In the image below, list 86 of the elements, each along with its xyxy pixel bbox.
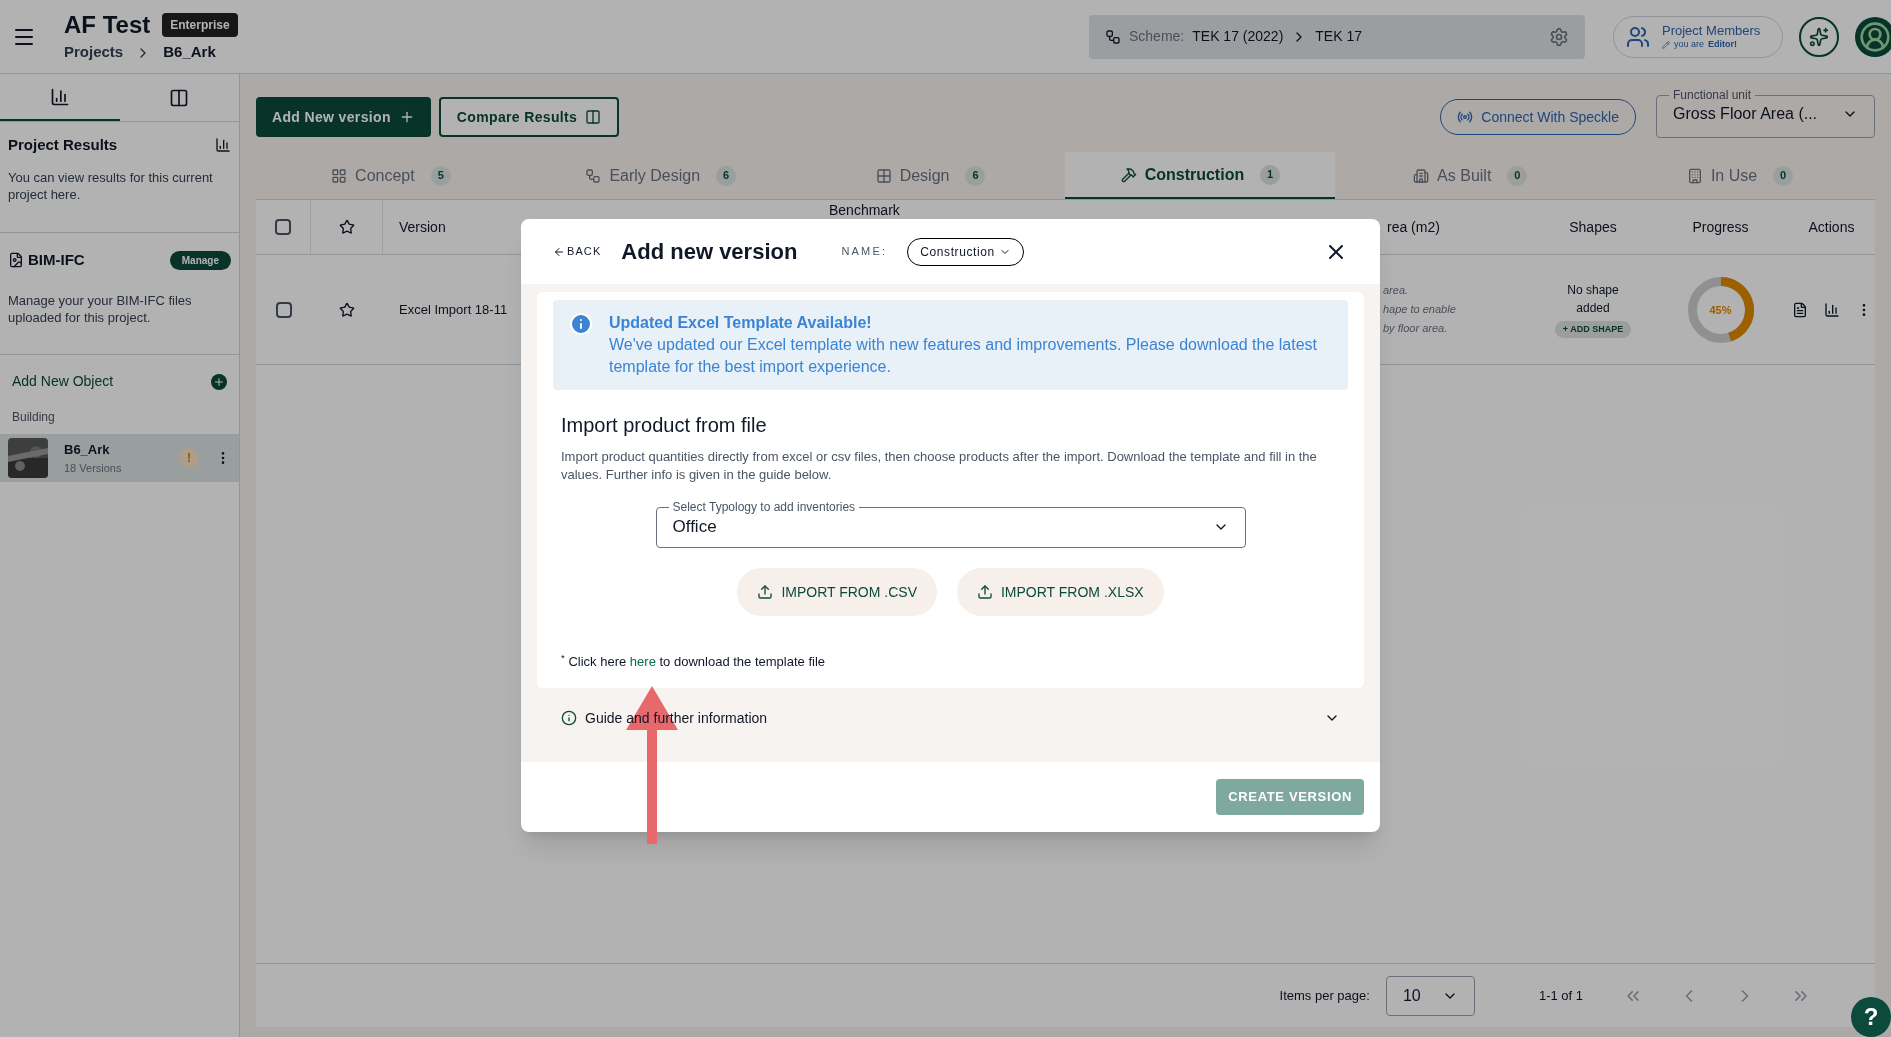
avatar-button[interactable] bbox=[1855, 16, 1891, 57]
table-cell-text: No shape added bbox=[1566, 281, 1620, 317]
chart-icon[interactable] bbox=[215, 137, 231, 154]
table-cell-text: area. hape to enable by floor area. bbox=[1383, 283, 1457, 336]
info-icon bbox=[569, 312, 593, 336]
scheme-icon bbox=[1105, 28, 1121, 45]
select-all-checkbox[interactable] bbox=[275, 219, 291, 235]
section-text: You can view results for this current project here. bbox=[8, 168, 214, 205]
star-icon[interactable] bbox=[339, 301, 355, 318]
add-object-link[interactable]: Add New Object bbox=[12, 371, 114, 392]
column-header: Version bbox=[398, 217, 447, 237]
stage-icon bbox=[1413, 167, 1430, 184]
warning-badge: ! bbox=[179, 448, 199, 468]
chart-icon bbox=[49, 86, 70, 107]
dialog-title: Add new version bbox=[621, 238, 798, 266]
add-icon[interactable] bbox=[211, 373, 227, 390]
notice-title: Updated Excel Template Available! bbox=[609, 313, 873, 333]
section-text: Manage your your BIM-IFC files uploaded for this project. bbox=[8, 291, 193, 328]
per-page-select[interactable]: 10 bbox=[1385, 975, 1475, 1016]
section-title: Project Results bbox=[8, 135, 118, 155]
download-link[interactable]: here bbox=[629, 654, 656, 669]
file-icon bbox=[8, 252, 24, 269]
add-shape-button[interactable]: + ADD SHAPE bbox=[1554, 320, 1632, 339]
object-versions: 18 Versions bbox=[64, 460, 123, 476]
object-name: B6_Ark bbox=[64, 441, 111, 459]
breadcrumb-current: B6_Ark bbox=[163, 42, 216, 63]
stage-tab[interactable]: Design 6 bbox=[795, 152, 1066, 199]
download-hint: $^{*}$ Click here here to download the template file bbox=[561, 652, 826, 671]
assistant-button[interactable] bbox=[1799, 16, 1839, 57]
typology-select[interactable]: Select Typology to add inventories Office bbox=[655, 500, 1246, 548]
plus-icon bbox=[213, 375, 225, 388]
stage-icon bbox=[331, 167, 348, 184]
section-description: Import product quantities directly from excel or csv files, then choose products after the import. Download the template and fill in the values. Further info is given in the guide below. bbox=[561, 448, 1318, 484]
breadcrumb-link[interactable]: Projects bbox=[64, 41, 124, 64]
back-arrow-icon bbox=[553, 245, 565, 258]
stage-tab[interactable]: In Use 0 bbox=[1605, 152, 1875, 199]
manage-button[interactable]: Manage bbox=[169, 250, 231, 270]
columns-icon bbox=[169, 87, 190, 108]
stage-tab[interactable]: As Built 0 bbox=[1335, 152, 1606, 199]
section-title: BIM-IFC bbox=[28, 250, 85, 270]
table-cell-text: Excel Import 18-11 bbox=[398, 300, 509, 319]
chart-icon[interactable] bbox=[1823, 301, 1840, 318]
upload-icon bbox=[977, 584, 993, 600]
scheme-sub[interactable]: TEK 17 bbox=[1315, 26, 1362, 47]
stage-icon bbox=[585, 167, 602, 184]
progress-label: 45% bbox=[1709, 303, 1732, 316]
column-header: Shapes bbox=[1568, 217, 1618, 237]
column-header: Benchmark bbox=[828, 201, 901, 220]
column-header: Progress bbox=[1691, 217, 1750, 237]
stage-tab[interactable]: Early Design 6 bbox=[525, 152, 796, 199]
items-per-page-label: Items per page: bbox=[1279, 986, 1370, 1005]
stage-icon bbox=[1686, 167, 1703, 184]
stage-icon bbox=[1120, 166, 1137, 183]
settings-icon[interactable] bbox=[1549, 26, 1569, 47]
people-icon bbox=[1626, 24, 1650, 49]
name-label: NAME: bbox=[841, 244, 888, 260]
column-header: Actions bbox=[1807, 217, 1856, 237]
upload-icon bbox=[757, 584, 774, 600]
star-icon[interactable] bbox=[338, 219, 355, 235]
scheme-value[interactable]: TEK 17 (2022) bbox=[1192, 26, 1284, 47]
object-item[interactable]: B6_Ark 18 Versions ! bbox=[0, 434, 239, 482]
notice-text: We've updated our Excel template with new features and improvements. Please download the latest template for the best import experience. bbox=[609, 335, 1319, 377]
import-button[interactable]: IMPORT FROM .CSV bbox=[737, 568, 937, 616]
section-heading: Import product from file bbox=[561, 413, 768, 438]
avatar-icon bbox=[1859, 20, 1891, 53]
project-title: AF Test bbox=[64, 10, 151, 41]
plan-badge: Enterprise bbox=[162, 13, 238, 38]
functional-unit-select[interactable]: Functional unit Gross Floor Area (... bbox=[1656, 88, 1875, 138]
columns-icon bbox=[585, 109, 602, 125]
stage-tab[interactable]: Construction 1 bbox=[1065, 152, 1336, 199]
info-icon bbox=[561, 710, 577, 726]
document-icon[interactable] bbox=[1791, 301, 1808, 318]
add-version-button[interactable]: Add New version bbox=[256, 97, 431, 137]
row-checkbox[interactable] bbox=[275, 301, 292, 318]
compare-results-button[interactable]: Compare Results bbox=[438, 97, 620, 137]
page-range: 1-1 of 1 bbox=[1538, 986, 1583, 1005]
column-header: rea (m2) bbox=[1386, 217, 1441, 237]
import-button[interactable]: IMPORT FROM .XLSX bbox=[957, 568, 1164, 616]
back-button[interactable]: BACK bbox=[553, 243, 602, 260]
pencil-icon bbox=[1662, 40, 1670, 49]
group-label: Building bbox=[11, 409, 56, 426]
broadcast-icon bbox=[1457, 109, 1474, 125]
stage-tab[interactable]: Concept 5 bbox=[256, 152, 526, 199]
scheme-label: Scheme: bbox=[1129, 27, 1185, 46]
stage-icon bbox=[875, 167, 892, 184]
sparkle-icon bbox=[1809, 26, 1829, 47]
